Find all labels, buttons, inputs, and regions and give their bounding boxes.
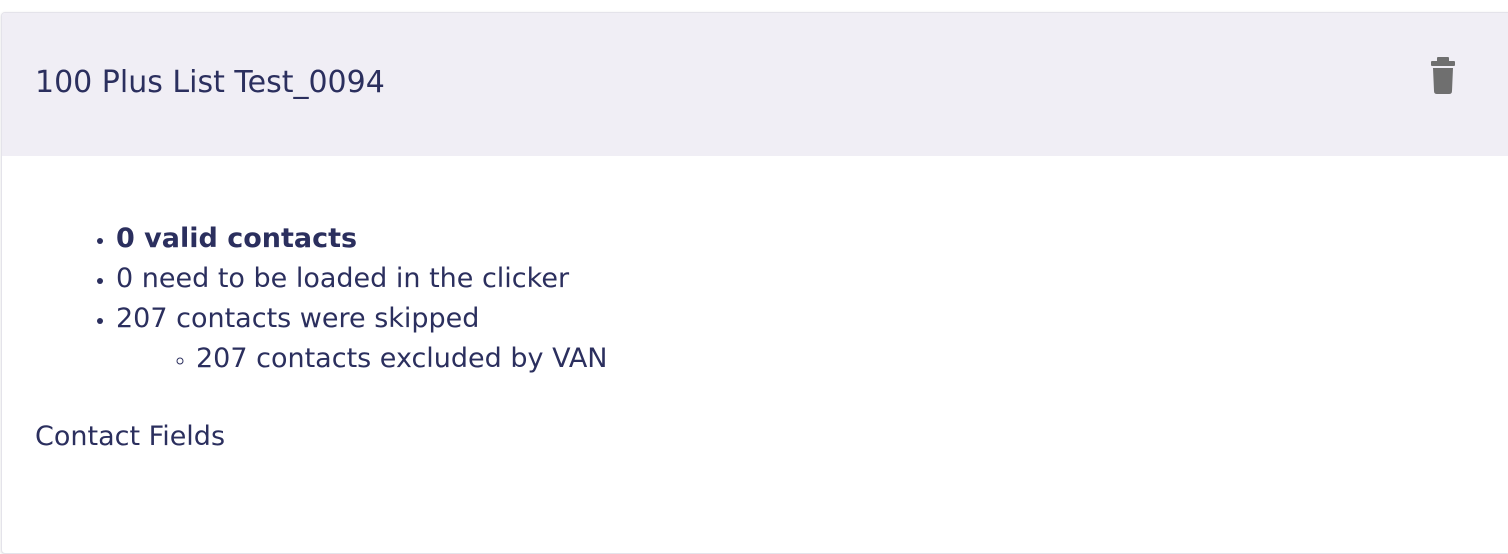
need-loading-item: 0 need to be loaded in the clicker [116,259,608,299]
contact-list-card: 100 Plus List Test_0094 0 valid contacts… [1,12,1508,554]
card-header: 100 Plus List Test_0094 [2,13,1508,156]
skipped-details-list: 207 contacts excluded by VAN [116,339,608,379]
excluded-by-van-item: 207 contacts excluded by VAN [196,339,608,379]
skipped-contacts-label: 207 contacts were skipped [116,303,480,334]
trash-icon [1428,55,1462,97]
contact-fields-heading: Contact Fields [35,421,226,452]
contact-summary-list: 0 valid contacts 0 need to be loaded in … [2,219,608,379]
skipped-contacts-item: 207 contacts were skipped 207 contacts e… [116,299,608,379]
delete-list-button[interactable] [1428,55,1462,97]
list-title: 100 Plus List Test_0094 [35,65,385,100]
valid-contacts-item: 0 valid contacts [116,219,608,259]
